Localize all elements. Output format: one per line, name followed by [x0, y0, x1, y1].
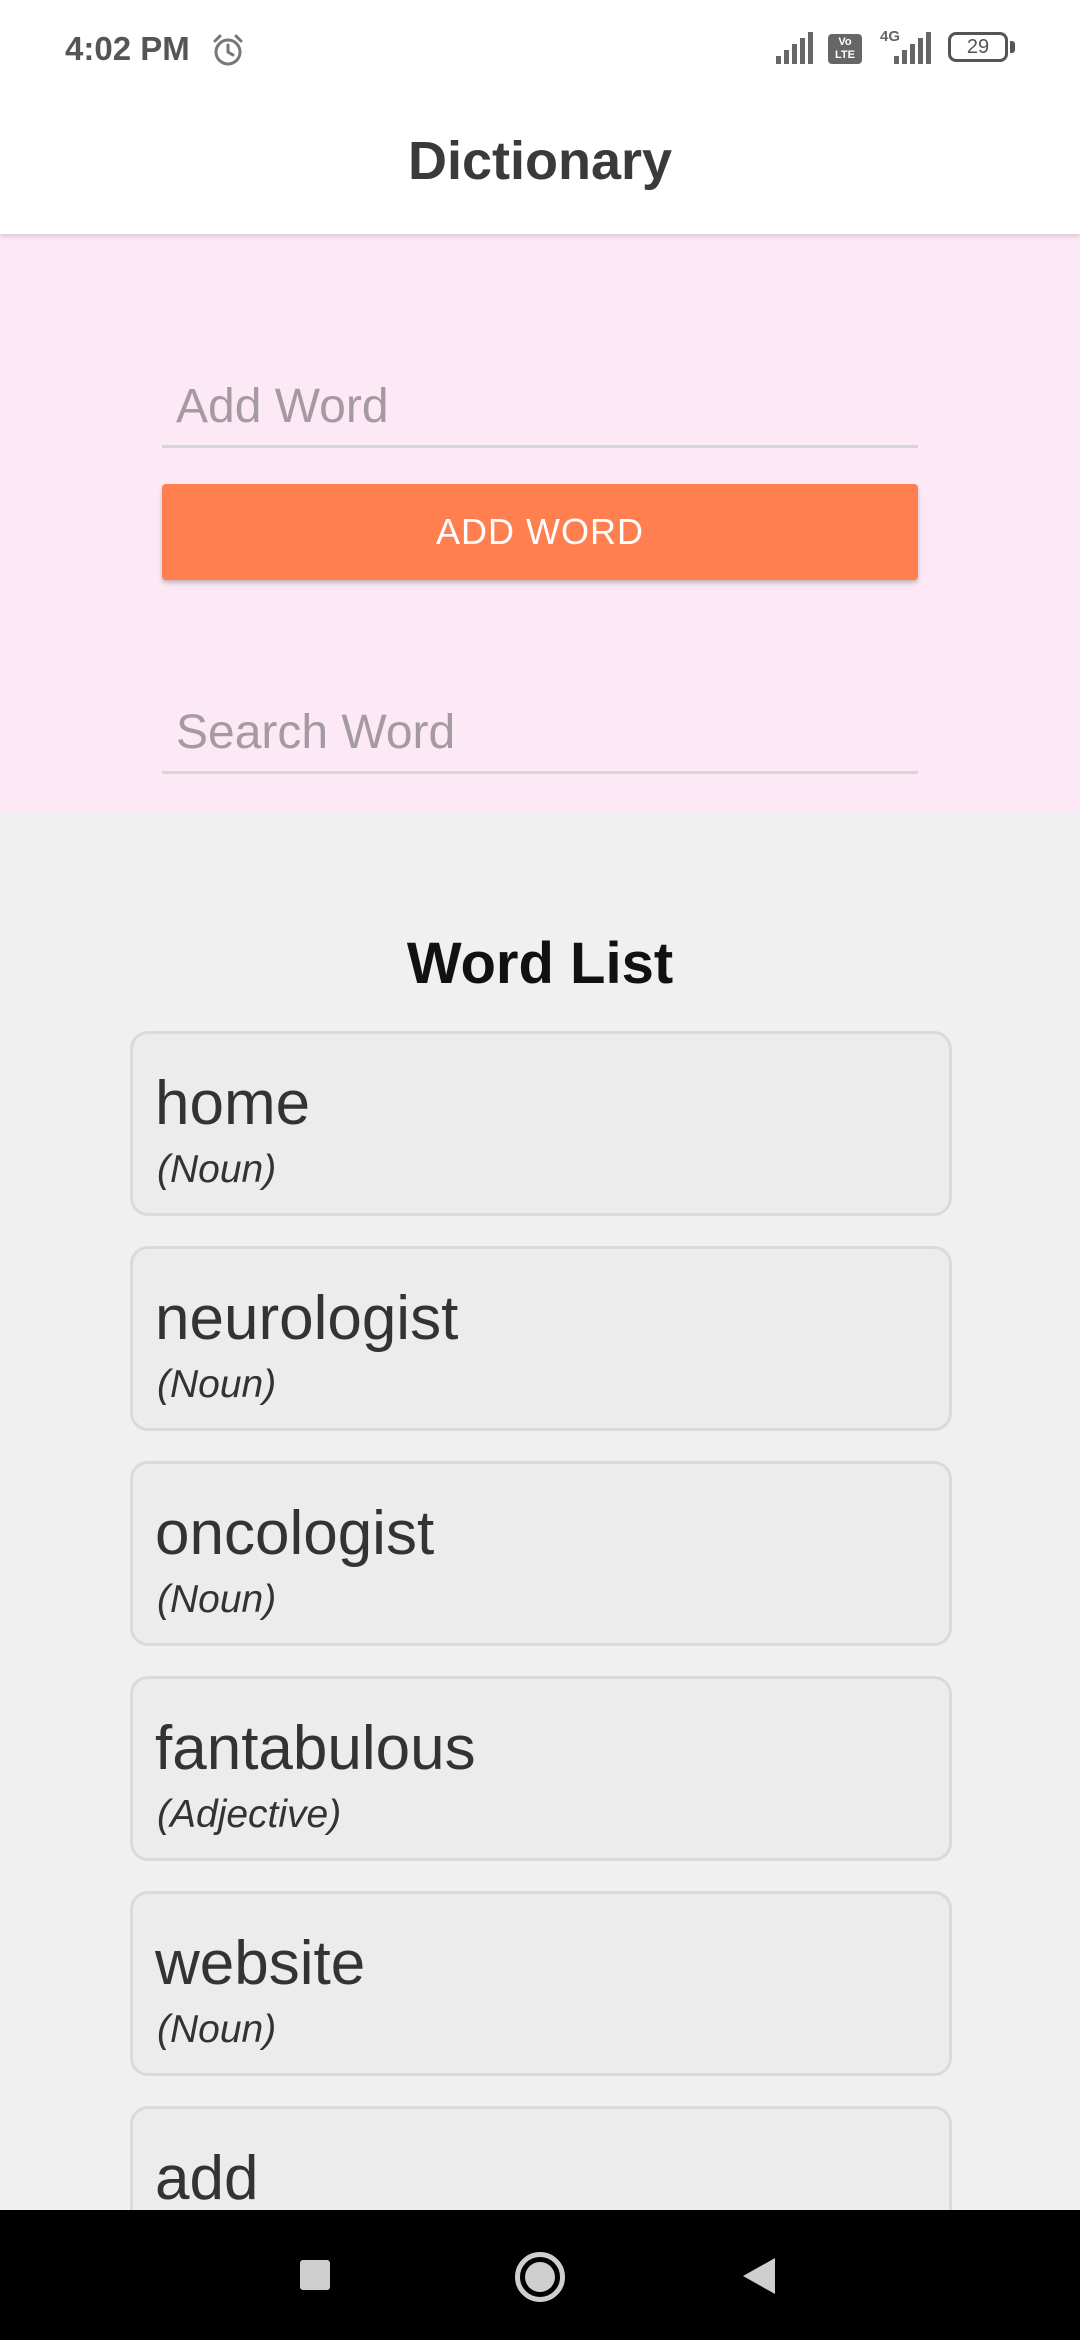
- word-text: website: [155, 1929, 366, 1998]
- word-text: neurologist: [155, 1284, 459, 1353]
- volte-icon: Vo LTE: [828, 34, 862, 64]
- status-bar: 4:02 PM Vo LTE 4G 29: [0, 0, 1080, 100]
- input-panel: ADD WORD: [0, 234, 1080, 812]
- recents-icon[interactable]: [300, 2260, 330, 2290]
- add-word-button[interactable]: ADD WORD: [162, 484, 918, 580]
- battery-icon: 29: [948, 32, 1008, 62]
- add-word-input[interactable]: [162, 368, 918, 448]
- app-bar: Dictionary: [0, 100, 1080, 234]
- back-icon[interactable]: [743, 2258, 775, 2294]
- navigation-bar: [0, 2210, 1080, 2340]
- word-type: (Noun): [157, 1578, 277, 1621]
- word-list: home (Noun) neurologist (Noun) oncologis…: [130, 1031, 952, 2321]
- word-text: oncologist: [155, 1499, 435, 1568]
- word-type: (Noun): [157, 2008, 277, 2051]
- search-word-input[interactable]: [162, 694, 918, 774]
- status-time: 4:02 PM: [65, 30, 190, 67]
- signal-icon-2: [894, 32, 931, 64]
- word-card[interactable]: fantabulous (Adjective): [130, 1676, 952, 1861]
- battery-tip: [1010, 41, 1015, 53]
- home-icon-dot: [525, 2262, 555, 2292]
- word-type: (Noun): [157, 1148, 277, 1191]
- word-type: (Adjective): [157, 1793, 342, 1836]
- word-card[interactable]: home (Noun): [130, 1031, 952, 1216]
- signal-icon: [776, 32, 813, 64]
- word-text: fantabulous: [155, 1714, 476, 1783]
- page-title: Dictionary: [407, 131, 673, 191]
- alarm-icon: [213, 34, 243, 66]
- word-list-title: Word List: [406, 931, 674, 996]
- word-card[interactable]: website (Noun): [130, 1891, 952, 2076]
- word-text: add: [155, 2144, 259, 2213]
- word-type: (Noun): [157, 1363, 277, 1406]
- word-text: home: [155, 1069, 311, 1138]
- word-card[interactable]: oncologist (Noun): [130, 1461, 952, 1646]
- word-card[interactable]: neurologist (Noun): [130, 1246, 952, 1431]
